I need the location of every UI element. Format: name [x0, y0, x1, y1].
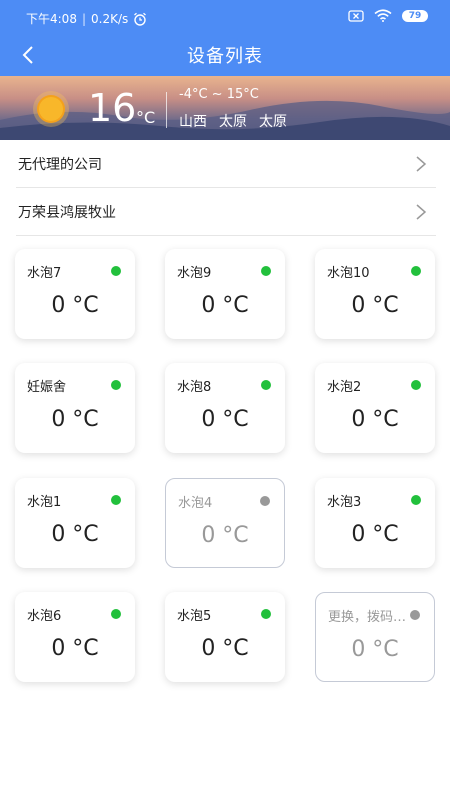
alarm-clock-icon: [134, 12, 147, 26]
device-name: 水泡1: [27, 495, 62, 510]
company-name: 万荣县鸿展牧业: [18, 205, 116, 221]
device-card[interactable]: 水泡6 0 °C: [15, 592, 135, 682]
device-card[interactable]: 水泡1 0 °C: [15, 478, 135, 568]
status-dot-icon: [111, 266, 121, 276]
temperature-unit: °C: [136, 108, 156, 127]
location-city: 太原: [219, 114, 247, 130]
device-card[interactable]: 水泡5 0 °C: [165, 592, 285, 682]
status-dot-icon: [411, 495, 421, 505]
sun-icon: [32, 90, 70, 128]
company-row[interactable]: 万荣县鸿展牧业: [16, 189, 436, 236]
device-temperature: 0 °C: [51, 407, 99, 432]
device-card[interactable]: 水泡4 0 °C: [165, 478, 285, 568]
status-dot-icon: [411, 380, 421, 390]
device-temperature: 0 °C: [351, 407, 399, 432]
device-temperature: 0 °C: [51, 293, 99, 318]
status-bar: 下午4:08 | 0.2K/s 79: [0, 0, 450, 34]
device-name: 水泡5: [177, 609, 212, 624]
device-name: 水泡10: [327, 266, 370, 281]
status-dot-icon: [111, 609, 121, 619]
status-dot-icon: [410, 610, 420, 620]
status-network-speed: 0.2K/s: [91, 11, 129, 26]
device-card[interactable]: 水泡2 0 °C: [315, 363, 435, 453]
battery-icon: 79: [402, 9, 428, 22]
device-card[interactable]: 水泡7 0 °C: [15, 249, 135, 339]
status-time: 下午4:08: [26, 12, 77, 26]
chevron-right-icon: [416, 204, 427, 220]
device-temperature: 0 °C: [201, 407, 249, 432]
device-card[interactable]: 妊娠舍 0 °C: [15, 363, 135, 453]
temperature-range: -4°C ~ 15°C: [179, 87, 259, 102]
device-name: 水泡3: [327, 495, 362, 510]
device-temperature: 0 °C: [351, 522, 399, 547]
location-province: 山西: [179, 114, 207, 130]
status-dot-icon: [261, 609, 271, 619]
sim-off-icon: [348, 9, 364, 22]
location-district: 太原: [259, 114, 287, 130]
weather-banner: 16 °C -4°C ~ 15°C 山西 太原 太原: [0, 76, 450, 140]
page-title: 设备列表: [187, 46, 263, 67]
device-card[interactable]: 更换，拨码一… 0 °C: [315, 592, 435, 682]
device-name: 水泡9: [177, 266, 212, 281]
device-temperature: 0 °C: [201, 523, 249, 548]
weather-location: 山西 太原 太原: [179, 111, 287, 131]
device-card[interactable]: 水泡3 0 °C: [315, 478, 435, 568]
device-temperature: 0 °C: [201, 636, 249, 661]
device-name: 水泡8: [177, 380, 212, 395]
device-card[interactable]: 水泡9 0 °C: [165, 249, 285, 339]
weather-divider: [166, 92, 167, 128]
status-dot-icon: [260, 496, 270, 506]
device-name: 水泡2: [327, 380, 362, 395]
status-left: 下午4:08 | 0.2K/s: [26, 10, 147, 27]
company-name: 无代理的公司: [18, 157, 102, 173]
device-card[interactable]: 水泡8 0 °C: [165, 363, 285, 453]
device-name: 水泡7: [27, 266, 62, 281]
status-dot-icon: [411, 266, 421, 276]
device-name: 更换，拨码一…: [328, 610, 416, 625]
current-temperature: 16: [88, 86, 137, 130]
chevron-right-icon: [416, 156, 427, 172]
device-temperature: 0 °C: [351, 637, 399, 662]
device-temperature: 0 °C: [351, 293, 399, 318]
wifi-icon: [374, 9, 392, 22]
device-name: 水泡6: [27, 609, 62, 624]
status-dot-icon: [111, 495, 121, 505]
company-row[interactable]: 无代理的公司: [16, 141, 436, 188]
device-name: 妊娠舍: [27, 380, 67, 395]
status-dot-icon: [261, 266, 271, 276]
status-dot-icon: [111, 380, 121, 390]
device-name: 水泡4: [178, 496, 213, 511]
device-temperature: 0 °C: [201, 293, 249, 318]
status-dot-icon: [261, 380, 271, 390]
status-separator: |: [81, 11, 86, 26]
device-temperature: 0 °C: [51, 522, 99, 547]
device-card[interactable]: 水泡10 0 °C: [315, 249, 435, 339]
nav-bar: 设备列表: [0, 34, 450, 76]
status-right: 79: [348, 9, 428, 22]
device-temperature: 0 °C: [51, 636, 99, 661]
